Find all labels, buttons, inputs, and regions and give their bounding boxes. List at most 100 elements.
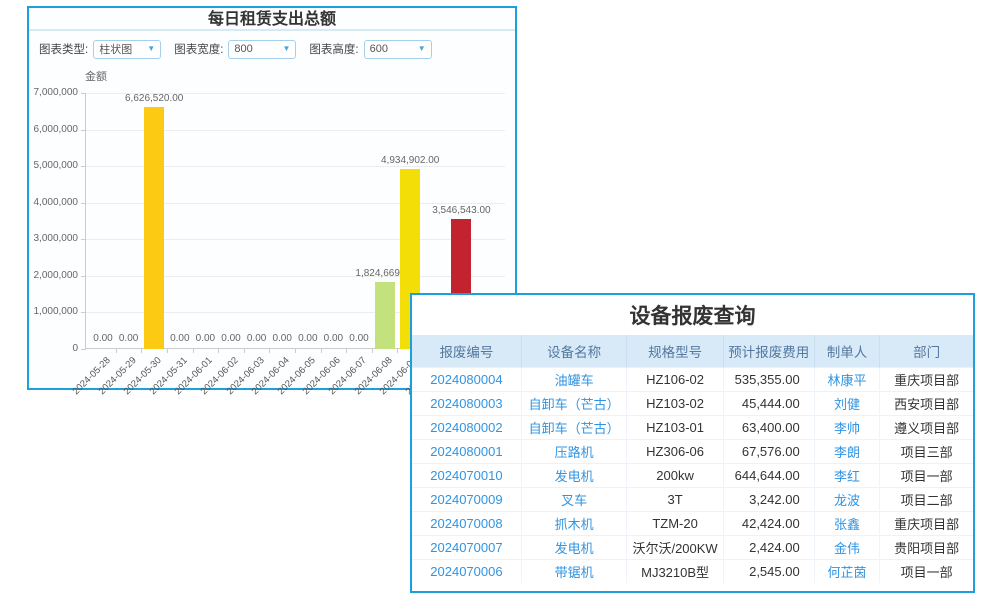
chart-height-select[interactable]: 600 ▼ xyxy=(364,40,432,59)
y-axis-tick-label: 2,000,000 xyxy=(16,270,78,281)
table-row: 2024070008抓木机TZM-2042,424.00张鑫重庆项目部 xyxy=(412,511,973,535)
equipment-name-link[interactable]: 抓木机 xyxy=(521,511,626,535)
creator-link[interactable]: 张鑫 xyxy=(814,511,880,535)
table-header-row: 报废编号设备名称规格型号预计报废费用制单人部门 xyxy=(412,335,973,367)
x-axis-tick xyxy=(116,349,117,353)
scrap-id-link[interactable]: 2024070010 xyxy=(412,463,521,487)
scrap-id-link[interactable]: 2024080003 xyxy=(412,391,521,415)
scrap-id-column-header: 报废编号 xyxy=(412,335,521,367)
chevron-down-icon: ▼ xyxy=(282,45,290,53)
scrap-id-link[interactable]: 2024070006 xyxy=(412,559,521,583)
equipment-name-link[interactable]: 带锯机 xyxy=(521,559,626,583)
chart-type-select[interactable]: 柱状图 ▼ xyxy=(93,40,161,59)
bar-value-label: 6,626,520.00 xyxy=(109,93,199,104)
department-cell: 遵义项目部 xyxy=(880,415,973,439)
equipment-name-link[interactable]: 油罐车 xyxy=(521,367,626,391)
table-row: 2024080002自卸车（芒古）HZ103-0163,400.00李帅遵义项目… xyxy=(412,415,973,439)
chart-controls: 图表类型: 柱状图 ▼ 图表宽度: 800 ▼ 图表高度: 600 ▼ xyxy=(39,36,432,62)
x-axis-tick xyxy=(397,349,398,353)
department-cell: 项目一部 xyxy=(880,463,973,487)
spec-model-column-header: 规格型号 xyxy=(627,335,723,367)
department-cell: 项目二部 xyxy=(880,487,973,511)
equipment-name-link[interactable]: 发电机 xyxy=(521,463,626,487)
equipment-name-link[interactable]: 叉车 xyxy=(521,487,626,511)
scrap-id-link[interactable]: 2024080001 xyxy=(412,439,521,463)
table-row: 2024070006带锯机MJ3210B型2,545.00何芷茵项目一部 xyxy=(412,559,973,583)
app-background: 每日租赁支出总额 图表类型: 柱状图 ▼ 图表宽度: 800 ▼ 图表高度: 6 xyxy=(0,0,1000,600)
x-axis-tick xyxy=(218,349,219,353)
scrap-id-link[interactable]: 2024070009 xyxy=(412,487,521,511)
estimated-cost-cell: 535,355.00 xyxy=(723,367,814,391)
spec-model-cell: HZ103-01 xyxy=(627,415,723,439)
scrap-id-link[interactable]: 2024070007 xyxy=(412,535,521,559)
creator-link[interactable]: 刘健 xyxy=(814,391,880,415)
bar-2024-05-30 xyxy=(144,107,164,349)
y-axis-tick xyxy=(81,239,86,240)
table-row: 2024080004油罐车HZ106-02535,355.00林康平重庆项目部 xyxy=(412,367,973,391)
table-row: 2024070010发电机200kw644,644.00李红项目一部 xyxy=(412,463,973,487)
y-axis-tick xyxy=(81,93,86,94)
scrap-id-link[interactable]: 2024080002 xyxy=(412,415,521,439)
creator-link[interactable]: 李朗 xyxy=(814,439,880,463)
y-axis-title: 金额 xyxy=(85,68,107,84)
department-cell: 项目一部 xyxy=(880,559,973,583)
creator-link[interactable]: 林康平 xyxy=(814,367,880,391)
x-axis-tick xyxy=(269,349,270,353)
y-axis-tick xyxy=(81,166,86,167)
x-axis-tick xyxy=(141,349,142,353)
y-axis-tick xyxy=(81,203,86,204)
estimated-cost-cell: 3,242.00 xyxy=(723,487,814,511)
y-axis-tick-label: 3,000,000 xyxy=(16,233,78,244)
spec-model-cell: 200kw xyxy=(627,463,723,487)
chart-width-label: 图表宽度: xyxy=(174,41,223,57)
creator-link[interactable]: 李红 xyxy=(814,463,880,487)
department-cell: 重庆项目部 xyxy=(880,511,973,535)
chart-type-value: 柱状图 xyxy=(99,41,132,57)
equipment-name-link[interactable]: 压路机 xyxy=(521,439,626,463)
spec-model-cell: HZ106-02 xyxy=(627,367,723,391)
chart-height-label: 图表高度: xyxy=(309,41,358,57)
equipment-name-link[interactable]: 自卸车（芒古） xyxy=(521,415,626,439)
equipment-name-column-header: 设备名称 xyxy=(521,335,626,367)
chart-width-value: 800 xyxy=(234,43,252,55)
table-panel-title: 设备报废查询 xyxy=(412,295,973,335)
chart-width-select[interactable]: 800 ▼ xyxy=(228,40,296,59)
x-axis-tick xyxy=(193,349,194,353)
x-axis-tick xyxy=(372,349,373,353)
chevron-down-icon: ▼ xyxy=(147,45,155,53)
y-axis-tick-label: 0 xyxy=(16,343,78,354)
department-cell: 项目三部 xyxy=(880,439,973,463)
x-axis-tick xyxy=(295,349,296,353)
creator-link[interactable]: 何芷茵 xyxy=(814,559,880,583)
chevron-down-icon: ▼ xyxy=(418,45,426,53)
equipment-name-link[interactable]: 发电机 xyxy=(521,535,626,559)
table-row: 2024070007发电机沃尔沃/200KW2,424.00金伟贵阳项目部 xyxy=(412,535,973,559)
equipment-scrap-query-panel: 设备报废查询 报废编号设备名称规格型号预计报废费用制单人部门 202408000… xyxy=(410,293,975,593)
estimated-cost-column-header: 预计报废费用 xyxy=(723,335,814,367)
y-axis-tick xyxy=(81,349,86,350)
estimated-cost-cell: 63,400.00 xyxy=(723,415,814,439)
department-cell: 贵阳项目部 xyxy=(880,535,973,559)
y-axis-tick xyxy=(81,130,86,131)
spec-model-cell: 3T xyxy=(627,487,723,511)
equipment-name-link[interactable]: 自卸车（芒古） xyxy=(521,391,626,415)
estimated-cost-cell: 45,444.00 xyxy=(723,391,814,415)
spec-model-cell: HZ306-06 xyxy=(627,439,723,463)
scrap-id-link[interactable]: 2024070008 xyxy=(412,511,521,535)
y-axis-tick-label: 5,000,000 xyxy=(16,160,78,171)
spec-model-cell: MJ3210B型 xyxy=(627,559,723,583)
department-column-header: 部门 xyxy=(880,335,973,367)
creator-link[interactable]: 金伟 xyxy=(814,535,880,559)
x-axis-tick xyxy=(167,349,168,353)
department-cell: 西安项目部 xyxy=(880,391,973,415)
scrap-table: 报废编号设备名称规格型号预计报废费用制单人部门 2024080004油罐车HZ1… xyxy=(412,335,973,583)
creator-column-header: 制单人 xyxy=(814,335,880,367)
creator-link[interactable]: 李帅 xyxy=(814,415,880,439)
scrap-id-link[interactable]: 2024080004 xyxy=(412,367,521,391)
spec-model-cell: TZM-20 xyxy=(627,511,723,535)
x-axis-tick xyxy=(346,349,347,353)
bar-value-label: 4,934,902.00 xyxy=(365,155,455,166)
creator-link[interactable]: 龙波 xyxy=(814,487,880,511)
estimated-cost-cell: 2,424.00 xyxy=(723,535,814,559)
chart-type-group: 图表类型: 柱状图 ▼ xyxy=(39,40,161,59)
